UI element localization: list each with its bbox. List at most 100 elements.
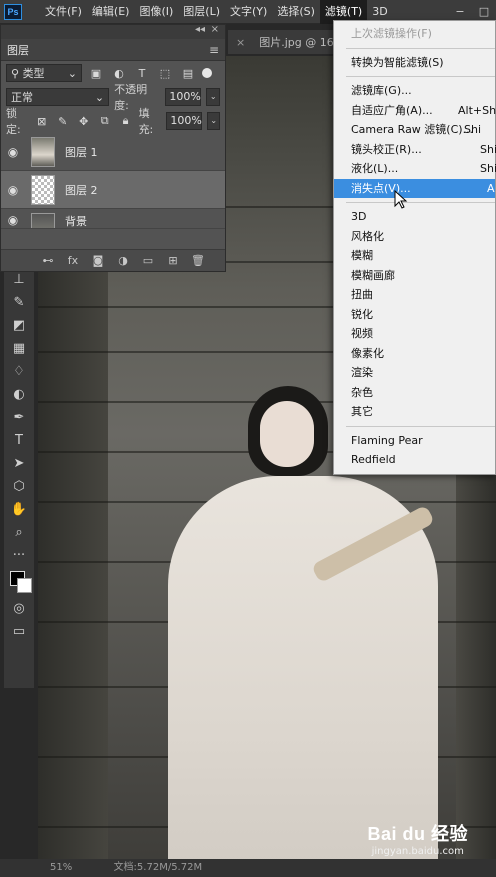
lock-position-icon[interactable]: ✥ — [76, 115, 92, 128]
new-layer-icon[interactable]: ⊞ — [166, 254, 180, 267]
menu-select[interactable]: 选择(S) — [272, 0, 320, 24]
chevron-down-icon: ⌄ — [94, 90, 105, 104]
type-filter-icon[interactable]: T — [133, 67, 151, 80]
pixel-filter-icon[interactable]: ▣ — [87, 67, 105, 80]
menu-sharpen[interactable]: 锐化 — [334, 305, 495, 325]
layer-name: 背景 — [65, 215, 87, 228]
collapse-panel-icon[interactable]: ◂◂ — [195, 24, 205, 35]
zoom-tool-icon[interactable]: ⌕ — [4, 521, 34, 544]
pen-tool-icon[interactable]: ✒ — [4, 406, 34, 429]
quick-mask-icon[interactable]: ◎ — [4, 597, 34, 620]
filter-row: ⚲ 类型 ⌄ ▣ ◐ T ⬚ ▤ — [1, 61, 225, 85]
blur-tool-icon[interactable]: ♢ — [4, 360, 34, 383]
menu-video[interactable]: 视频 — [334, 324, 495, 344]
lock-all-icon[interactable]: 🔒︎ — [118, 114, 134, 128]
layer-row[interactable]: ◉ 背景 — [1, 209, 225, 229]
menu-edit[interactable]: 编辑(E) — [87, 0, 135, 24]
layer-name: 图层 1 — [65, 145, 98, 159]
fill-dropdown-icon[interactable]: ⌄ — [207, 112, 220, 130]
menu-vanishing-point[interactable]: 消失点(V)... A — [334, 178, 495, 198]
menu-adaptive-wide-angle[interactable]: 自适应广角(A)... Alt+Shi — [334, 101, 496, 121]
mouse-cursor-icon — [394, 190, 408, 209]
menu-file[interactable]: 文件(F) — [40, 0, 87, 24]
panel-title[interactable]: 图层 — [7, 42, 29, 58]
menu-3d[interactable]: 3D — [334, 207, 495, 227]
fx-icon[interactable]: fx — [66, 254, 80, 267]
close-panel-icon[interactable]: × — [211, 24, 219, 35]
tools-panel: ⊥ ✎ ◩ ▦ ♢ ◐ ✒ T ➤ ⬡ ✋ ⌕ ··· ◎ ▭ — [4, 268, 34, 688]
menu-separator — [346, 76, 495, 77]
menu-layer[interactable]: 图层(L) — [178, 0, 225, 24]
fill-label: 填充: — [138, 107, 154, 136]
lock-transparency-icon[interactable]: ⊠ — [34, 115, 50, 128]
menu-last-filter[interactable]: 上次滤镜操作(F) — [334, 24, 495, 44]
background-color[interactable] — [17, 578, 32, 593]
close-tab-icon[interactable]: × — [236, 36, 245, 49]
layers-footer: ⊷ fx ◙ ◑ ▭ ⊞ 🗑︎ — [1, 249, 225, 271]
opacity-dropdown-icon[interactable]: ⌄ — [206, 88, 220, 106]
menu-distort[interactable]: 扭曲 — [334, 285, 495, 305]
blend-row: 正常 ⌄ 不透明度: 100% ⌄ — [1, 83, 225, 112]
blend-mode-value: 正常 — [11, 91, 33, 104]
visibility-eye-icon[interactable]: ◉ — [1, 145, 25, 159]
more-tools-icon[interactable]: ··· — [4, 544, 34, 567]
layer-filter-select[interactable]: ⚲ 类型 ⌄ — [6, 64, 82, 82]
menu-separator — [346, 47, 495, 49]
zoom-level[interactable]: 51% — [50, 862, 72, 873]
trash-icon[interactable]: 🗑︎ — [191, 254, 205, 267]
lock-row: 锁定: ⊠ ✎ ✥ ⧉ 🔒︎ 填充: 100% ⌄ — [1, 107, 225, 136]
menu-pixelate[interactable]: 像素化 — [334, 344, 495, 364]
layer-row-selected[interactable]: ◉ 图层 2 — [1, 171, 225, 209]
layer-thumbnail-transparent — [31, 174, 55, 205]
menu-flaming-pear[interactable]: Flaming Pear — [334, 431, 495, 451]
blend-mode-select[interactable]: 正常 ⌄ — [6, 88, 110, 106]
type-tool-icon[interactable]: T — [4, 429, 34, 452]
baidu-watermark: Bai du 经验 jingyan.baidu.com — [367, 820, 468, 857]
status-bar: 51% 文档:5.72M/5.72M — [0, 859, 496, 877]
dodge-tool-icon[interactable]: ◐ — [4, 383, 34, 406]
layer-thumbnail — [31, 213, 55, 228]
opacity-field[interactable]: 100% — [165, 88, 202, 106]
menu-filter-gallery[interactable]: 滤镜库(G)... — [334, 81, 495, 101]
shape-tool-icon[interactable]: ⬡ — [4, 475, 34, 498]
color-swatches[interactable] — [4, 567, 34, 597]
menu-convert-smart-filter[interactable]: 转换为智能滤镜(S) — [334, 53, 495, 73]
menu-camera-raw-filter[interactable]: Camera Raw 滤镜(C)... Shi — [334, 120, 495, 140]
filter-toggle[interactable] — [202, 68, 212, 78]
menu-other[interactable]: 其它 — [334, 402, 495, 422]
menu-liquify[interactable]: 液化(L)... Shi — [334, 159, 496, 179]
menu-noise[interactable]: 杂色 — [334, 383, 495, 403]
eraser-tool-icon[interactable]: ◩ — [4, 314, 34, 337]
menu-type[interactable]: 文字(Y) — [225, 0, 272, 24]
document-tab-label: 图片.jpg @ 16 — [259, 36, 334, 49]
lock-pixels-icon[interactable]: ✎ — [55, 115, 71, 128]
menu-lens-correction[interactable]: 镜头校正(R)... Shi — [334, 140, 496, 160]
menu-image[interactable]: 图像(I) — [134, 0, 178, 24]
visibility-eye-icon[interactable]: ◉ — [1, 213, 25, 227]
history-brush-icon[interactable]: ✎ — [4, 291, 34, 314]
lock-artboard-icon[interactable]: ⧉ — [97, 114, 113, 128]
document-tab[interactable]: × 图片.jpg @ 16 — [228, 30, 342, 54]
visibility-eye-icon[interactable]: ◉ — [1, 183, 25, 197]
folder-icon[interactable]: ▭ — [141, 254, 155, 267]
lock-label: 锁定: — [6, 107, 21, 136]
adjustment-icon[interactable]: ◑ — [116, 254, 130, 267]
fill-field[interactable]: 100% — [166, 112, 203, 130]
layer-row[interactable]: ◉ 图层 1 — [1, 133, 225, 171]
panel-menu-icon[interactable]: ≡ — [209, 43, 219, 57]
screen-mode-icon[interactable]: ▭ — [4, 620, 34, 643]
shape-filter-icon[interactable]: ⬚ — [156, 67, 174, 80]
hand-tool-icon[interactable]: ✋ — [4, 498, 34, 521]
link-icon[interactable]: ⊷ — [41, 254, 55, 267]
menu-redfield[interactable]: Redfield — [334, 450, 495, 470]
adjustment-filter-icon[interactable]: ◐ — [110, 67, 128, 80]
menu-blur[interactable]: 模糊 — [334, 246, 495, 266]
path-select-icon[interactable]: ➤ — [4, 452, 34, 475]
gradient-tool-icon[interactable]: ▦ — [4, 337, 34, 360]
smart-object-filter-icon[interactable]: ▤ — [179, 67, 197, 80]
mask-icon[interactable]: ◙ — [91, 254, 105, 267]
watermark-url: jingyan.baidu.com — [371, 846, 464, 857]
menu-stylize[interactable]: 风格化 — [334, 227, 495, 247]
menu-render[interactable]: 渲染 — [334, 363, 495, 383]
menu-blur-gallery[interactable]: 模糊画廊 — [334, 266, 495, 286]
